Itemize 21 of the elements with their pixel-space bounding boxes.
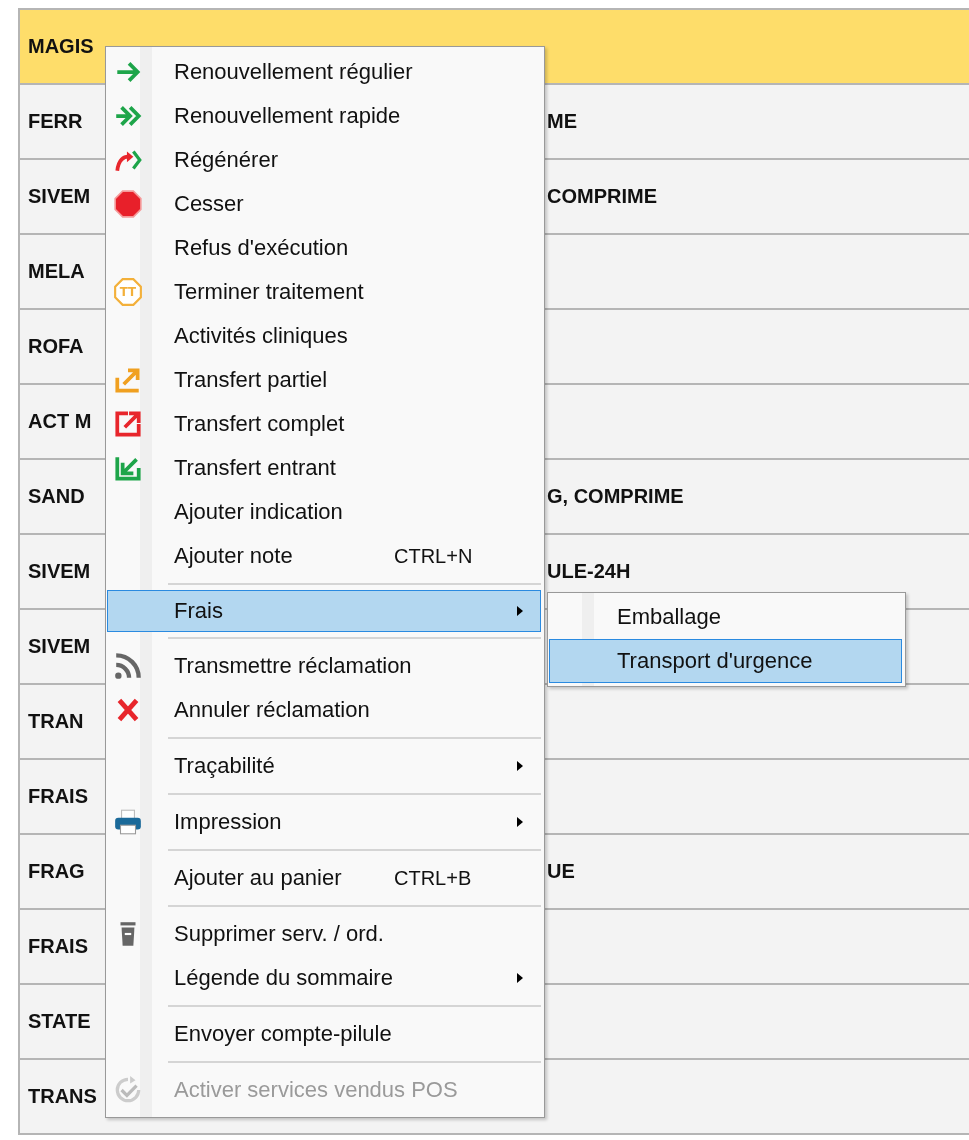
table-cell: G, COMPRIME: [547, 485, 684, 508]
table-cell: COMPRIME: [547, 185, 657, 208]
table-cell: STATE: [28, 1010, 91, 1033]
table-cell: ROFA: [28, 335, 84, 358]
table-cell: ACT M: [28, 410, 92, 433]
table-cell: ME: [547, 110, 577, 133]
table-cell: MELA: [28, 260, 85, 283]
table-cell: MAGIS: [28, 35, 94, 58]
table-cell: TRANS: [28, 1085, 97, 1108]
table-cell: FERR: [28, 110, 83, 133]
table-cell: FRAG: [28, 860, 85, 883]
table-cell: SAND: [28, 485, 85, 508]
table-cell: SIVEM: [28, 635, 91, 658]
table-cell: SIVEM: [28, 560, 91, 583]
octagon-icon: TT: [113, 277, 143, 307]
table-cell: TRAN: [28, 710, 84, 733]
table-cell: ULE-24H: [547, 560, 631, 583]
table-cell: UE: [547, 860, 575, 883]
table-cell: SIVEM: [28, 185, 91, 208]
table-cell: FRAIS: [28, 935, 88, 958]
table-cell: FRAIS: [28, 785, 88, 808]
